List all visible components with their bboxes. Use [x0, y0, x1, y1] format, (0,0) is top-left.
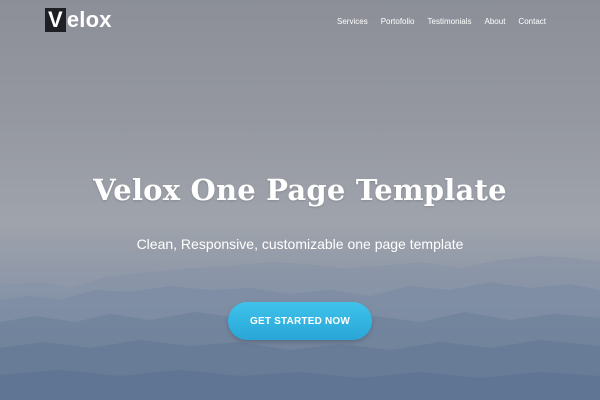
nav-link-portofolio[interactable]: Portofolio — [381, 17, 415, 26]
nav-menu: Services Portofolio Testimonials About C… — [337, 17, 546, 26]
nav-link-testimonials[interactable]: Testimonials — [428, 17, 472, 26]
nav-link-contact[interactable]: Contact — [518, 17, 546, 26]
hero-title: Velox One Page Template — [93, 173, 507, 207]
brand-logo[interactable]: Velox — [45, 7, 112, 32]
logo-text: elox — [66, 7, 112, 32]
top-navigation: Velox Services Portofolio Testimonials A… — [0, 0, 600, 40]
nav-link-services[interactable]: Services — [337, 17, 368, 26]
get-started-button[interactable]: GET STARTED NOW — [228, 302, 372, 340]
logo-initial: V — [45, 8, 66, 32]
nav-link-about[interactable]: About — [485, 17, 506, 26]
hero-subtitle: Clean, Responsive, customizable one page… — [136, 236, 464, 252]
